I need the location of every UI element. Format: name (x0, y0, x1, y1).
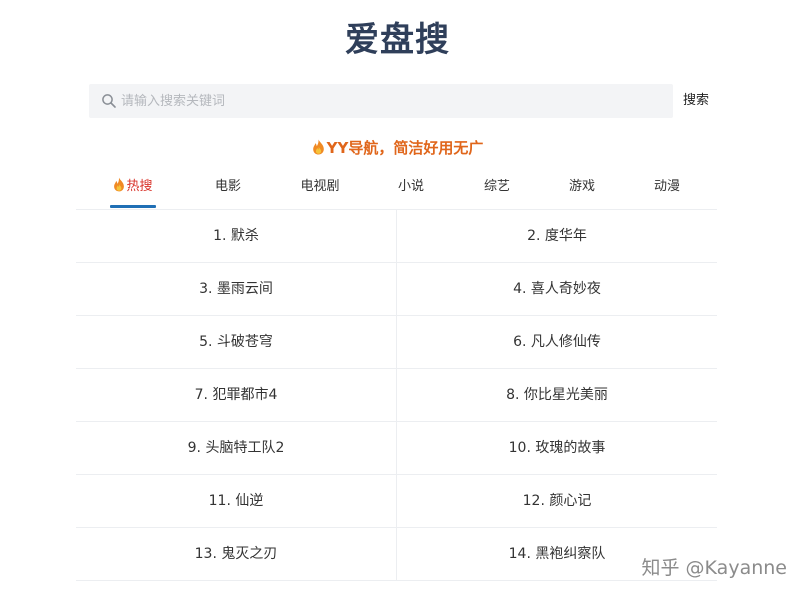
hot-item[interactable]: 3. 墨雨云间 (76, 263, 397, 315)
table-row: 1. 默杀 2. 度华年 (76, 210, 717, 263)
active-tab-indicator (110, 205, 156, 208)
search-button[interactable]: 搜索 (673, 84, 719, 118)
tab-movies[interactable]: 电影 (204, 172, 252, 210)
table-row: 7. 犯罪都市4 8. 你比星光美丽 (76, 369, 717, 422)
flame-icon (312, 139, 324, 155)
search-input[interactable] (121, 84, 661, 118)
watermark: 知乎 @Kayanne (641, 557, 787, 579)
table-row: 5. 斗破苍穹 6. 凡人修仙传 (76, 316, 717, 369)
tab-anime[interactable]: 动漫 (644, 172, 690, 210)
hot-item[interactable]: 9. 头脑特工队2 (76, 422, 397, 474)
site-title: 爱盘搜 (345, 20, 450, 60)
table-row: 3. 墨雨云间 4. 喜人奇妙夜 (76, 263, 717, 316)
hot-item[interactable]: 13. 鬼灭之刃 (76, 528, 397, 580)
table-row: 11. 仙逆 12. 颜心记 (76, 475, 717, 528)
search-icon (102, 94, 116, 108)
hot-item[interactable]: 6. 凡人修仙传 (397, 316, 717, 368)
promo-link[interactable]: YY导航，简洁好用无广 (0, 137, 795, 158)
table-row: 9. 头脑特工队2 10. 玫瑰的故事 (76, 422, 717, 475)
table-row: 13. 鬼灭之刃 14. 黑袍纠察队 (76, 528, 717, 581)
tab-hot[interactable]: 热搜 (110, 172, 156, 210)
tab-tv-series[interactable]: 电视剧 (290, 172, 350, 210)
hot-item[interactable]: 11. 仙逆 (76, 475, 397, 527)
promo-text: YY导航，简洁好用无广 (326, 139, 484, 157)
category-tabs: 热搜 电影 电视剧 小说 综艺 游戏 动漫 (76, 172, 716, 210)
tab-variety[interactable]: 综艺 (474, 172, 520, 210)
hot-item[interactable]: 2. 度华年 (397, 210, 717, 262)
tab-label: 热搜 (126, 179, 153, 194)
tab-games[interactable]: 游戏 (558, 172, 606, 210)
hot-item[interactable]: 4. 喜人奇妙夜 (397, 263, 717, 315)
flame-icon (114, 177, 125, 192)
hot-search-list: 1. 默杀 2. 度华年 3. 墨雨云间 4. 喜人奇妙夜 5. 斗破苍穹 6.… (76, 209, 717, 581)
hot-item[interactable]: 8. 你比星光美丽 (397, 369, 717, 421)
tab-novels[interactable]: 小说 (388, 172, 434, 210)
hot-item[interactable]: 12. 颜心记 (397, 475, 717, 527)
search-box[interactable] (89, 84, 673, 118)
hot-item[interactable]: 5. 斗破苍穹 (76, 316, 397, 368)
search-bar: 搜索 (89, 84, 719, 118)
hot-item[interactable]: 1. 默杀 (76, 210, 397, 262)
hot-item[interactable]: 10. 玫瑰的故事 (397, 422, 717, 474)
hot-item[interactable]: 7. 犯罪都市4 (76, 369, 397, 421)
